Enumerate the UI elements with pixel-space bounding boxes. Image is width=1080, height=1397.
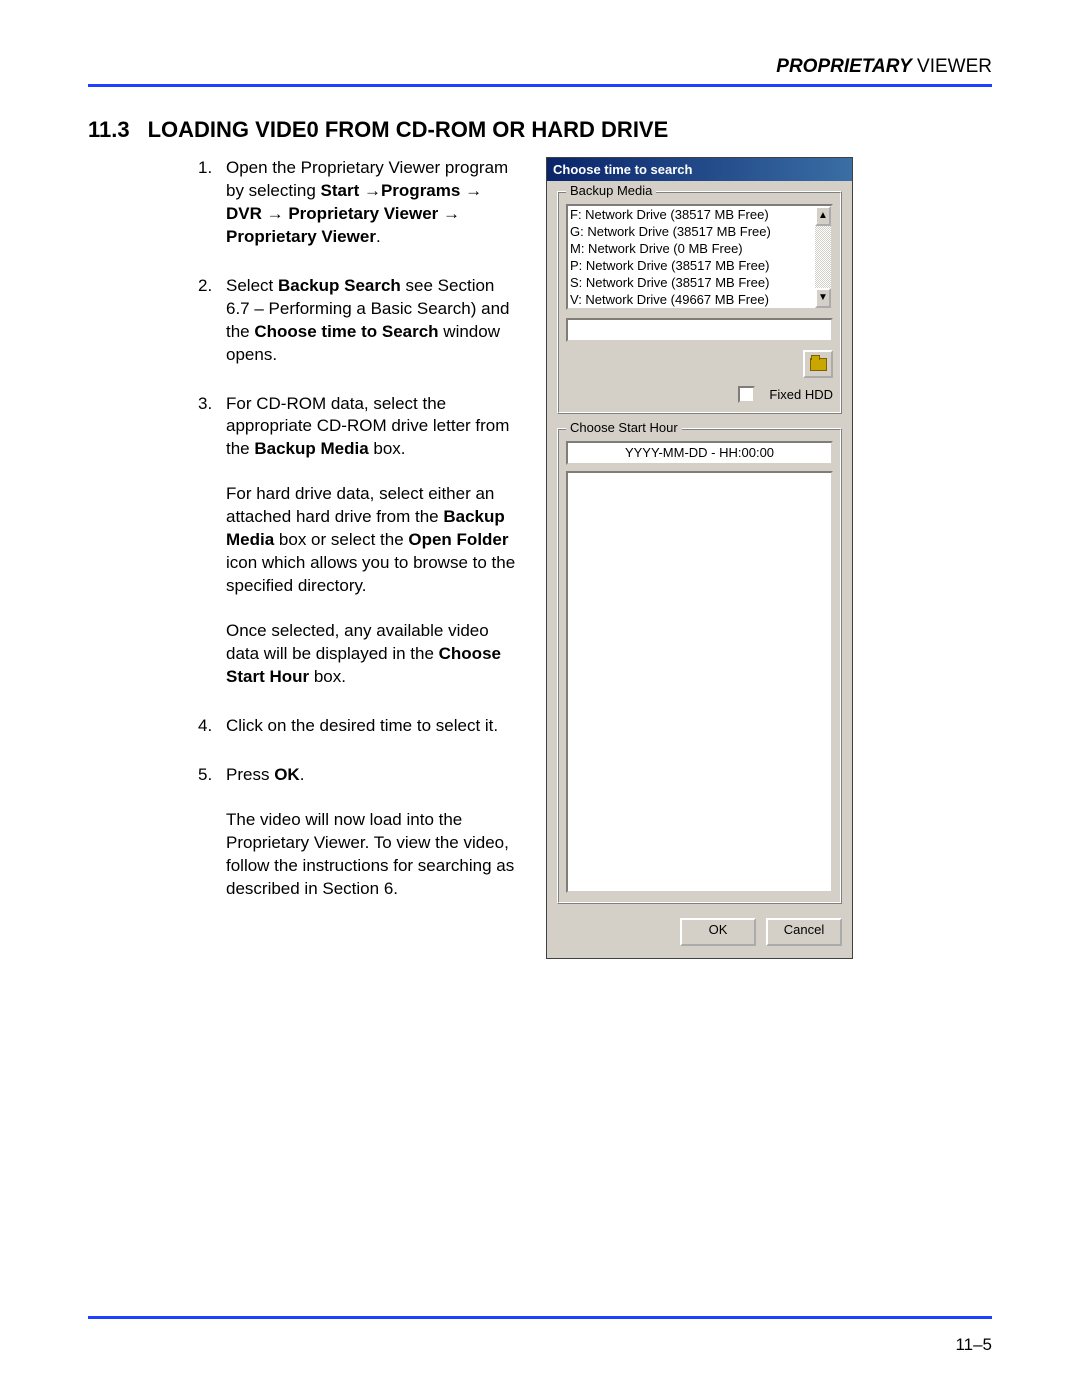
header-rest: VIEWER: [912, 56, 992, 77]
start-hour-listbox[interactable]: [566, 471, 833, 893]
list-item[interactable]: S: Network Drive (38517 MB Free): [570, 274, 813, 291]
header-em: PROPRIETARY: [776, 56, 912, 77]
fixed-hdd-checkbox[interactable]: [738, 386, 755, 403]
list-item[interactable]: V: Network Drive (49667 MB Free): [570, 291, 813, 308]
scroll-track[interactable]: [815, 226, 831, 288]
scroll-up-icon[interactable]: ▲: [815, 206, 831, 226]
list-item[interactable]: M: Network Drive (0 MB Free): [570, 240, 813, 257]
choose-time-dialog: Choose time to search Backup Media F: Ne…: [546, 157, 853, 959]
folder-icon: [810, 358, 827, 371]
scrollbar[interactable]: ▲ ▼: [815, 206, 831, 308]
path-input[interactable]: [566, 318, 833, 342]
section-heading: 11.3 LOADING VIDE0 FROM CD-ROM OR HARD DR…: [88, 117, 992, 143]
choose-start-hour-label: Choose Start Hour: [566, 420, 682, 435]
list-item[interactable]: P: Network Drive (38517 MB Free): [570, 257, 813, 274]
fixed-hdd-label: Fixed HDD: [769, 387, 833, 402]
step-4: 4. Click on the desired time to select i…: [198, 715, 518, 738]
running-header: PROPRIETARY VIEWER: [88, 56, 992, 78]
backup-media-group: Backup Media F: Network Drive (38517 MB …: [557, 191, 842, 414]
open-folder-button[interactable]: [803, 350, 833, 378]
step-1: 1. Open the Proprietary Viewer program b…: [198, 157, 518, 249]
cancel-button[interactable]: Cancel: [766, 918, 842, 946]
backup-media-label: Backup Media: [566, 183, 656, 198]
ok-button[interactable]: OK: [680, 918, 756, 946]
step-2: 2. Select Backup Search see Section 6.7 …: [198, 275, 518, 367]
bottom-rule: [88, 1316, 992, 1319]
backup-media-listbox[interactable]: F: Network Drive (38517 MB Free) G: Netw…: [566, 204, 833, 310]
step-5: 5. Press OK. The video will now load int…: [198, 764, 518, 901]
scroll-down-icon[interactable]: ▼: [815, 288, 831, 308]
top-rule: [88, 84, 992, 87]
list-item[interactable]: G: Network Drive (38517 MB Free): [570, 223, 813, 240]
list-item[interactable]: F: Network Drive (38517 MB Free): [570, 206, 813, 223]
section-number: 11.3: [88, 117, 130, 143]
dialog-titlebar: Choose time to search: [547, 158, 852, 181]
choose-start-hour-group: Choose Start Hour YYYY-MM-DD - HH:00:00: [557, 428, 842, 904]
page-number: 11–5: [955, 1335, 992, 1355]
drive-list[interactable]: F: Network Drive (38517 MB Free) G: Netw…: [568, 206, 815, 308]
step-3: 3. For CD-ROM data, select the appropria…: [198, 393, 518, 689]
instruction-column: 1. Open the Proprietary Viewer program b…: [88, 157, 518, 926]
section-title: LOADING VIDE0 FROM CD-ROM OR HARD DRIVE: [148, 117, 669, 142]
start-hour-input[interactable]: YYYY-MM-DD - HH:00:00: [566, 441, 833, 465]
